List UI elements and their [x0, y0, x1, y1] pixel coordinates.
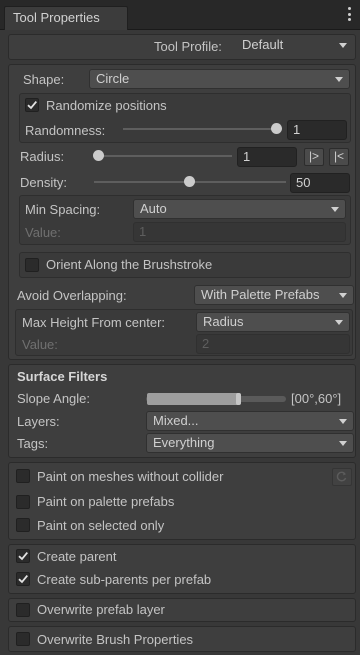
paint-selected-only-label: Paint on selected only: [37, 518, 165, 533]
density-field[interactable]: 50: [290, 173, 350, 193]
overwrite-layer-label: Overwrite prefab layer: [37, 602, 165, 617]
overwrite-layer-checkbox[interactable]: [16, 603, 30, 617]
chevron-down-icon: [339, 293, 347, 298]
kebab-menu-icon[interactable]: [346, 7, 352, 21]
paint-palette-prefabs-checkbox[interactable]: [16, 495, 30, 509]
layers-label: Layers:: [17, 414, 60, 429]
create-parent-checkbox[interactable]: [16, 549, 30, 563]
overwrite-brush-checkbox[interactable]: [16, 632, 30, 646]
radius-slider-knob[interactable]: [93, 150, 104, 161]
chevron-down-icon: [339, 419, 347, 424]
orient-label: Orient Along the Brushstroke: [46, 257, 213, 272]
max-height-dropdown[interactable]: Radius: [196, 312, 350, 332]
tab-bar: Tool Properties: [0, 0, 360, 30]
density-slider-knob[interactable]: [184, 176, 195, 187]
tool-profile-value: Default: [242, 37, 284, 52]
randomize-checkbox[interactable]: [25, 98, 39, 112]
tags-value: Everything: [153, 435, 215, 450]
create-parent-label: Create parent: [37, 549, 117, 564]
min-spacing-value-field: 1: [133, 222, 346, 242]
layers-dropdown[interactable]: Mixed...: [146, 411, 354, 431]
slope-range-fill[interactable]: [147, 393, 240, 405]
checkmark-icon: [27, 101, 37, 110]
chevron-down-icon: [335, 320, 343, 325]
slope-range-handle[interactable]: [236, 393, 241, 405]
paint-palette-prefabs-label: Paint on palette prefabs: [37, 494, 175, 509]
refresh-icon[interactable]: [332, 468, 352, 486]
tags-dropdown[interactable]: Everything: [146, 433, 354, 453]
tool-profile-label: Tool Profile:: [154, 39, 222, 54]
overwrite-brush-label: Overwrite Brush Properties: [37, 632, 194, 647]
randomize-label: Randomize positions: [46, 98, 167, 113]
radius-label: Radius:: [20, 149, 65, 164]
checkmark-icon: [18, 575, 28, 584]
min-spacing-value-label: Value:: [25, 225, 61, 240]
radius-slider-track[interactable]: [94, 155, 232, 157]
min-spacing-dropdown[interactable]: Auto: [133, 199, 346, 219]
shape-label: Shape:: [23, 72, 65, 87]
randomness-label: Randomness:: [25, 123, 106, 138]
create-subparents-checkbox[interactable]: [16, 572, 30, 586]
paint-selected-only-checkbox[interactable]: [16, 518, 30, 532]
max-height-value-field: 2: [196, 334, 350, 354]
min-spacing-value: Auto: [140, 201, 167, 216]
create-subparents-label: Create sub-parents per prefab: [37, 572, 212, 587]
chevron-down-icon: [335, 77, 343, 82]
avoid-overlapping-value: With Palette Prefabs: [201, 287, 320, 302]
avoid-overlapping-label: Avoid Overlapping:: [17, 288, 127, 303]
randomness-field[interactable]: 1: [287, 120, 347, 140]
tab-tool-properties[interactable]: Tool Properties: [4, 6, 128, 30]
chevron-down-icon: [339, 43, 347, 48]
checkmark-icon: [18, 552, 28, 561]
paint-meshes-checkbox[interactable]: [16, 469, 30, 483]
chevron-down-icon: [331, 207, 339, 212]
randomness-slider-knob[interactable]: [271, 123, 282, 134]
shape-dropdown[interactable]: Circle: [89, 69, 350, 89]
orient-checkbox[interactable]: [25, 258, 39, 272]
radius-increase-button[interactable]: |>: [304, 148, 324, 166]
avoid-overlapping-dropdown[interactable]: With Palette Prefabs: [194, 285, 354, 305]
min-spacing-label: Min Spacing:: [25, 202, 101, 217]
randomness-slider-track[interactable]: [123, 128, 281, 130]
slope-angle-label: Slope Angle:: [17, 391, 91, 406]
tags-label: Tags:: [17, 436, 49, 451]
chevron-down-icon: [339, 441, 347, 446]
max-height-value: Radius: [203, 314, 244, 329]
max-height-value-label: Value:: [22, 337, 58, 352]
max-height-label: Max Height From center:: [22, 315, 166, 330]
radius-decrease-button[interactable]: |<: [329, 148, 349, 166]
slope-angle-value: [00°,60°]: [291, 391, 342, 406]
density-label: Density:: [20, 175, 67, 190]
tool-profile-dropdown[interactable]: Default: [239, 36, 353, 56]
radius-field[interactable]: 1: [237, 147, 297, 167]
paint-meshes-label: Paint on meshes without collider: [37, 469, 224, 484]
shape-value: Circle: [96, 71, 130, 86]
layers-value: Mixed...: [153, 413, 199, 428]
surface-filters-title: Surface Filters: [17, 369, 108, 384]
